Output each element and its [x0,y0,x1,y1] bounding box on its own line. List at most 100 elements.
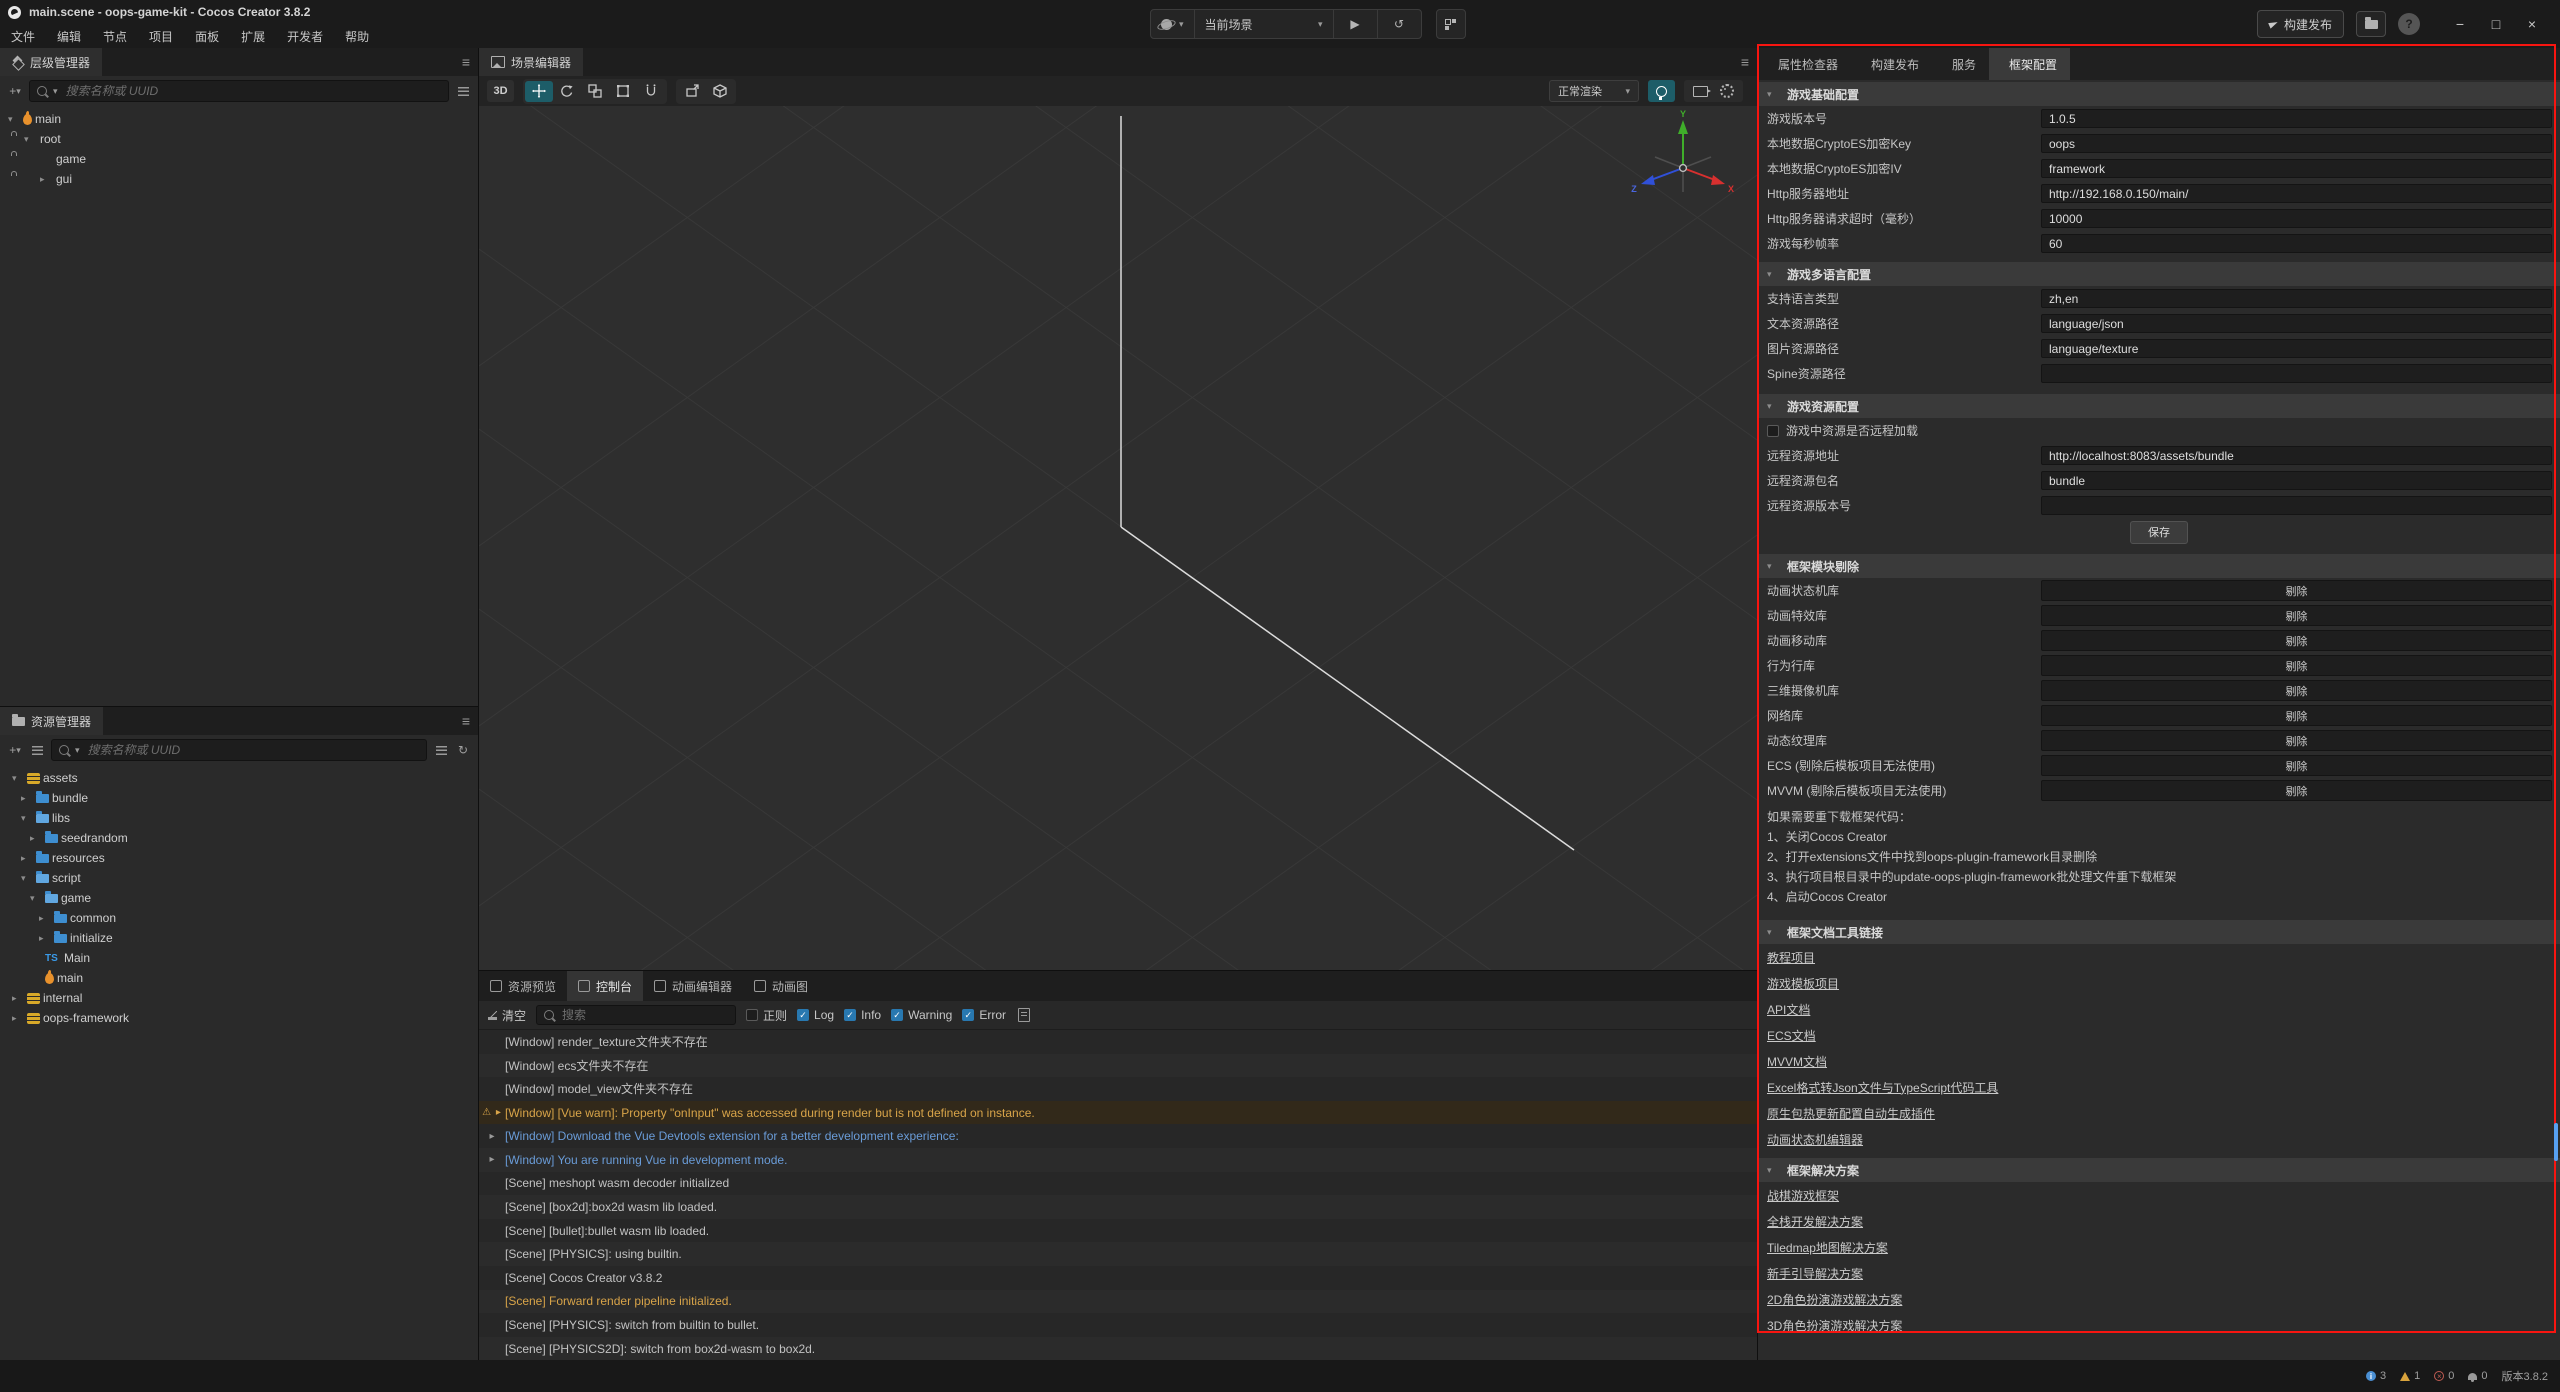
platform-button[interactable]: ▾ [1151,10,1195,38]
trim-button[interactable]: 剔除 [2041,755,2552,776]
section-header-i18n[interactable]: 游戏多语言配置 [1758,262,2560,286]
restart-button[interactable]: ↺ [1378,10,1421,38]
expand-arrow[interactable] [21,814,34,823]
regex-checkbox[interactable] [746,1009,758,1021]
expand-arrow[interactable] [21,854,34,863]
expand-arrow[interactable] [12,994,25,1003]
console-log-row[interactable]: [Window] [Vue warn]: Property "onInput" … [479,1101,1757,1125]
menu-item[interactable]: 开发者 [276,28,334,45]
doc-link[interactable]: ECS文档 [1767,1027,1816,1044]
trim-button[interactable]: 剔除 [2041,730,2552,751]
tree-node[interactable]: gui [0,169,478,189]
expand-arrow[interactable] [21,794,34,803]
trim-button[interactable]: 剔除 [2041,630,2552,651]
lighting-toggle-button[interactable] [1648,80,1675,102]
doc-link[interactable]: 原生包热更新配置自动生成插件 [1767,1105,1935,1122]
build-publish-button[interactable]: 构建发布 [2257,10,2344,38]
expand-arrow[interactable] [24,135,37,144]
toggle-2d3d-button[interactable]: 3D [487,80,514,102]
console-log-row[interactable]: [Scene] Forward render pipeline initiali… [479,1290,1757,1314]
console-log-row[interactable]: [Window] render_texture文件夹不存在 [479,1030,1757,1054]
console-search-input[interactable] [560,1007,728,1023]
asset-node[interactable]: Main [0,948,478,968]
section-header-trim[interactable]: 框架模块剔除 [1758,554,2560,578]
asset-node[interactable]: oops-framework [0,1008,478,1028]
config-input[interactable] [2041,364,2552,383]
tab-assets[interactable]: 资源管理器 [0,707,103,735]
asset-node[interactable]: main [0,968,478,988]
snap-tool-button[interactable] [678,81,706,102]
solution-link[interactable]: 新手引导解决方案 [1767,1265,1863,1282]
console-log-row[interactable]: [Scene] [bullet]:bullet wasm lib loaded. [479,1219,1757,1243]
log-level-filter[interactable]: Log [797,1008,834,1022]
tree-node[interactable]: main [0,109,478,129]
log-level-filter[interactable]: Error [962,1008,1006,1022]
expand-arrow[interactable] [39,934,52,943]
config-input[interactable] [2041,339,2552,358]
config-input[interactable] [2041,234,2552,253]
play-button[interactable]: ▶ [1334,10,1378,38]
config-input[interactable] [2041,289,2552,308]
panel-menu-icon[interactable]: ≡ [1741,48,1749,76]
create-node-button[interactable]: +▾ [7,84,23,98]
move-tool-button[interactable] [525,81,553,102]
console-tab[interactable]: 动画图 [743,971,819,1001]
filter-list-icon[interactable] [433,746,449,755]
trim-button[interactable]: 剔除 [2041,605,2552,626]
console-log-row[interactable]: [Window] Download the Vue Devtools exten… [479,1124,1757,1148]
asset-node[interactable]: seedrandom [0,828,478,848]
help-button[interactable]: ? [2398,13,2420,35]
cube-view-button[interactable] [706,81,734,102]
assets-search[interactable]: ▾ [51,739,427,761]
trim-button[interactable]: 剔除 [2041,655,2552,676]
inspector-tab[interactable]: 属性检查器 [1758,48,1851,80]
trim-button[interactable]: 剔除 [2041,580,2552,601]
maximize-button[interactable]: □ [2478,16,2514,32]
config-input[interactable] [2041,446,2552,465]
menu-item[interactable]: 面板 [184,28,230,45]
solution-link[interactable]: 全栈开发解决方案 [1767,1213,1863,1230]
hierarchy-search-input[interactable] [64,83,441,99]
expand-arrow[interactable] [40,175,53,184]
doc-link[interactable]: 动画状态机编辑器 [1767,1131,1863,1148]
clear-console-button[interactable]: 清空 [488,1007,526,1024]
panel-menu-icon[interactable]: ≡ [462,707,470,735]
scene-viewport[interactable]: Y X Z [479,106,1757,970]
rotate-tool-button[interactable] [553,81,581,102]
filter-checkbox[interactable] [844,1009,856,1021]
create-asset-button[interactable]: +▾ [7,743,23,757]
menu-item[interactable]: 帮助 [334,28,380,45]
console-log-row[interactable]: [Window] You are running Vue in developm… [479,1148,1757,1172]
filter-checkbox[interactable] [891,1009,903,1021]
tree-node[interactable]: game [0,149,478,169]
open-project-folder-button[interactable] [2356,11,2386,37]
log-level-filter[interactable]: Warning [891,1008,952,1022]
status-log-count[interactable]: i 3 [2366,1370,2386,1382]
menu-item[interactable]: 文件 [0,28,46,45]
config-input[interactable] [2041,314,2552,333]
log-level-filter[interactable]: Info [844,1008,881,1022]
console-log-row[interactable]: [Scene] meshopt wasm decoder initialized [479,1172,1757,1196]
menu-item[interactable]: 编辑 [46,28,92,45]
doc-link[interactable]: 教程项目 [1767,949,1815,966]
camera-icon[interactable] [1693,86,1708,97]
asset-node[interactable]: initialize [0,928,478,948]
save-button[interactable]: 保存 [2130,521,2188,544]
gear-icon[interactable] [1720,84,1734,98]
collapse-logs-icon[interactable] [1016,1008,1032,1022]
asset-node[interactable]: script [0,868,478,888]
console-search[interactable] [536,1005,736,1025]
asset-node[interactable]: resources [0,848,478,868]
preview-qr-button[interactable] [1436,9,1466,39]
config-input[interactable] [2041,496,2552,515]
tab-hierarchy[interactable]: 层级管理器 [0,48,102,76]
scale-tool-button[interactable] [581,81,609,102]
filter-checkbox[interactable] [962,1009,974,1021]
console-tab[interactable]: 控制台 [567,971,643,1001]
section-header-basic[interactable]: 游戏基础配置 [1758,82,2560,106]
trim-button[interactable]: 剔除 [2041,680,2552,701]
config-input[interactable] [2041,159,2552,178]
console-tab[interactable]: 动画编辑器 [643,971,743,1001]
console-log-row[interactable]: [Scene] [PHYSICS]: switch from builtin t… [479,1313,1757,1337]
close-button[interactable]: × [2514,16,2550,32]
